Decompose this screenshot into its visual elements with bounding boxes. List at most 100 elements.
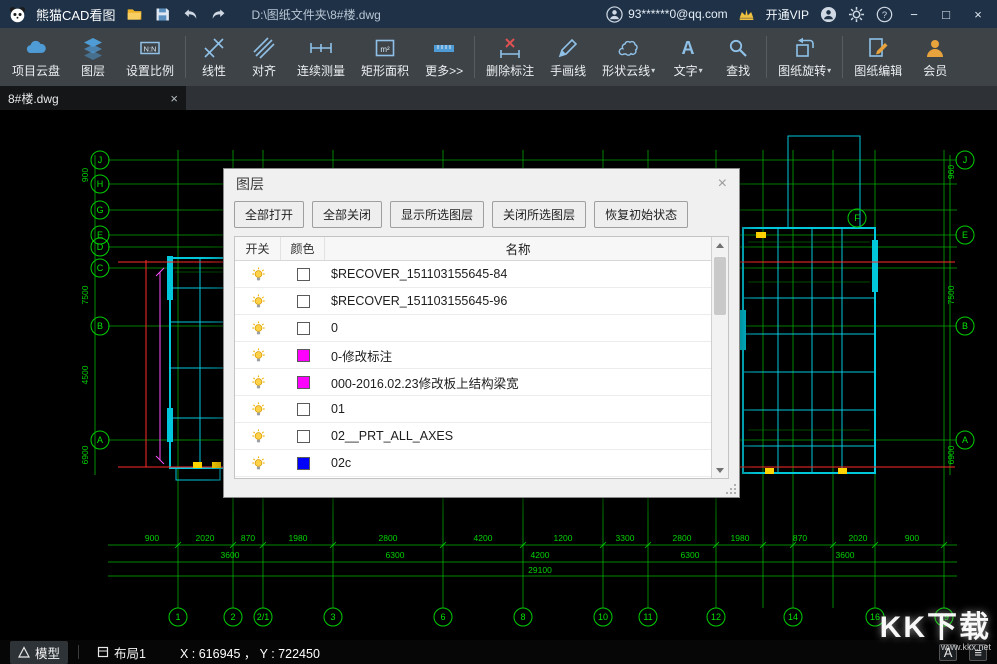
open-all-layers-button[interactable]: 全部打开 [234, 201, 304, 228]
layer-visibility-toggle[interactable] [235, 429, 281, 444]
scroll-thumb[interactable] [714, 257, 726, 315]
layer-color-swatch[interactable] [297, 295, 310, 308]
layer-name[interactable]: 02c [325, 456, 711, 470]
layer-visibility-toggle[interactable] [235, 456, 281, 471]
delete-annotation-button[interactable]: 删除标注 [478, 33, 542, 82]
layer-name[interactable]: 0 [325, 321, 711, 335]
toolbar-label: 形状云线 [602, 62, 650, 79]
layer-visibility-toggle[interactable] [235, 294, 281, 309]
find-button[interactable]: 查找 [713, 33, 763, 82]
dropdown-arrow-icon[interactable]: ▾ [827, 66, 831, 75]
layout1-tab[interactable]: 布局1 [89, 641, 154, 664]
edit-drawing-button[interactable]: 图纸编辑 [846, 33, 910, 82]
table-row[interactable]: 01 [235, 396, 711, 423]
table-row[interactable]: $RECOVER_151103155645-96 [235, 288, 711, 315]
svg-text:7500: 7500 [80, 285, 90, 304]
table-row[interactable]: $RECOVER_151103155645-84 [235, 261, 711, 288]
layer-color-swatch[interactable] [297, 376, 310, 389]
layer-color-swatch[interactable] [297, 457, 310, 470]
layer-name[interactable]: 02__PRT_ALL_AXES [325, 429, 711, 443]
layer-color-cell[interactable] [281, 376, 325, 389]
open-folder-icon[interactable] [125, 5, 143, 23]
scroll-track[interactable] [712, 253, 728, 462]
linear-dim-button[interactable]: 线性 [189, 33, 239, 82]
vip-crown-icon[interactable] [738, 5, 756, 23]
layer-color-cell[interactable] [281, 403, 325, 416]
layer-visibility-toggle[interactable] [235, 321, 281, 336]
set-scale-button[interactable]: N:N 设置比例 [118, 33, 182, 82]
layer-color-swatch[interactable] [297, 403, 310, 416]
text-style-icon[interactable]: A [939, 644, 958, 661]
table-row[interactable]: 0 [235, 315, 711, 342]
layer-color-swatch[interactable] [297, 268, 310, 281]
svg-text:1200: 1200 [554, 533, 573, 543]
svg-text:2: 2 [230, 612, 235, 622]
open-vip-button[interactable]: 开通VIP [766, 6, 809, 23]
restore-initial-state-button[interactable]: 恢复初始状态 [594, 201, 688, 228]
drawing-canvas[interactable]: JHGEDCBAJEBA122/1368101112141619F 900202… [0, 110, 997, 640]
table-row[interactable]: 02c [235, 450, 711, 477]
layer-visibility-toggle[interactable] [235, 375, 281, 390]
layer-visibility-toggle[interactable] [235, 348, 281, 363]
member-button[interactable]: 会员 [910, 33, 960, 82]
close-all-layers-button[interactable]: 全部关闭 [312, 201, 382, 228]
layer-color-swatch[interactable] [297, 322, 310, 335]
minimize-button[interactable]: − [903, 7, 925, 22]
avatar-icon[interactable] [819, 5, 837, 23]
maximize-button[interactable]: □ [935, 7, 957, 22]
scroll-up-button[interactable] [712, 237, 728, 253]
redo-icon[interactable] [209, 5, 227, 23]
continuous-measure-button[interactable]: 连续测量 [289, 33, 353, 82]
layer-color-cell[interactable] [281, 322, 325, 335]
svg-text:1980: 1980 [289, 533, 308, 543]
freehand-line-button[interactable]: 手画线 [542, 33, 594, 82]
layer-name[interactable]: $RECOVER_151103155645-84 [325, 267, 711, 281]
layer-color-cell[interactable] [281, 268, 325, 281]
layer-name[interactable]: 01 [325, 402, 711, 416]
layer-color-swatch[interactable] [297, 349, 310, 362]
layer-visibility-toggle[interactable] [235, 267, 281, 282]
help-icon[interactable]: ? [875, 5, 893, 23]
account-info[interactable]: 93******0@qq.com [605, 5, 728, 23]
undo-icon[interactable] [181, 5, 199, 23]
project-cloud-button[interactable]: 项目云盘 [4, 33, 68, 82]
table-row[interactable]: 02__PRT_ALL_AXES [235, 423, 711, 450]
resize-grip[interactable] [725, 483, 737, 495]
rotate-drawing-button[interactable]: 图纸旋转▾ [770, 33, 839, 82]
layer-name[interactable]: 000-2016.02.23修改板上结构梁宽 [325, 373, 711, 392]
settings-gear-icon[interactable] [847, 5, 865, 23]
save-icon[interactable] [153, 5, 171, 23]
model-tab[interactable]: 模型 [10, 641, 68, 664]
continuous-measure-icon [309, 36, 333, 60]
layer-color-cell[interactable] [281, 349, 325, 362]
dropdown-arrow-icon[interactable]: ▾ [699, 66, 703, 75]
layers-button[interactable]: 图层 [68, 33, 118, 82]
close-selected-layers-button[interactable]: 关闭所选图层 [492, 201, 586, 228]
svg-text:m²: m² [380, 45, 390, 54]
rect-area-button[interactable]: m² 矩形面积 [353, 33, 417, 82]
dialog-titlebar[interactable]: 图层 × [224, 169, 739, 199]
layer-name[interactable]: $RECOVER_151103155645-96 [325, 294, 711, 308]
tab-close-icon[interactable]: × [170, 91, 178, 106]
table-row[interactable]: 000-2016.02.23修改板上结构梁宽 [235, 369, 711, 396]
dialog-scrollbar[interactable] [711, 237, 728, 478]
layer-color-cell[interactable] [281, 430, 325, 443]
toolbar-label: 线性 [202, 62, 226, 79]
layer-color-cell[interactable] [281, 295, 325, 308]
dropdown-arrow-icon[interactable]: ▾ [651, 66, 655, 75]
scroll-down-button[interactable] [712, 462, 728, 478]
align-dim-button[interactable]: 对齐 [239, 33, 289, 82]
layer-name[interactable]: 0-修改标注 [325, 346, 711, 365]
list-menu-icon[interactable]: ≡ [969, 644, 987, 661]
more-measure-button[interactable]: 更多>> [417, 33, 471, 82]
layer-visibility-toggle[interactable] [235, 402, 281, 417]
layer-color-swatch[interactable] [297, 430, 310, 443]
close-button[interactable]: × [967, 7, 989, 22]
dialog-close-icon[interactable]: × [718, 175, 727, 193]
show-selected-layers-button[interactable]: 显示所选图层 [390, 201, 484, 228]
layer-color-cell[interactable] [281, 457, 325, 470]
table-row[interactable]: 0-修改标注 [235, 342, 711, 369]
document-tab[interactable]: 8#楼.dwg × [0, 86, 186, 110]
text-tool-button[interactable]: A 文字▾ [663, 33, 713, 82]
shape-cloud-button[interactable]: 形状云线▾ [594, 33, 663, 82]
